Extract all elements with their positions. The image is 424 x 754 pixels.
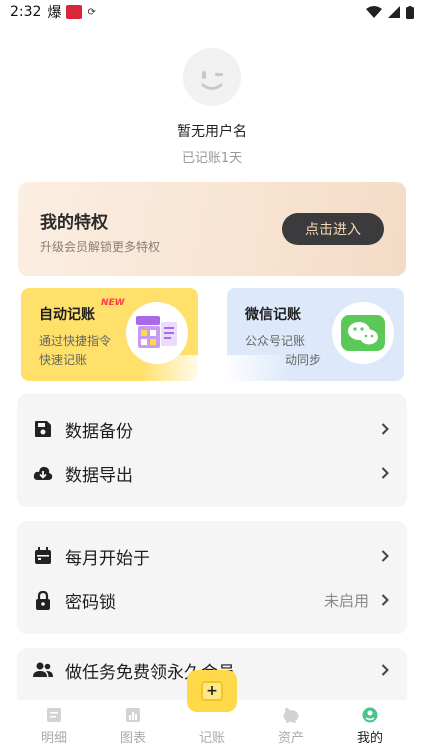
tab-mine-label: 我的 — [356, 731, 383, 746]
vip-enter-button[interactable]: 点击进入 — [282, 213, 384, 245]
month-start-row[interactable]: 每月开始于 — [17, 534, 407, 578]
tab-mine[interactable]: 我的 — [335, 700, 405, 754]
new-badge: NEW — [101, 298, 125, 308]
data-backup-row[interactable]: 数据备份 — [17, 407, 407, 451]
profile-section: 暂无用户名 已记账1天 — [0, 48, 424, 166]
calendar-icon — [33, 546, 53, 566]
add-record-button[interactable]: + — [187, 670, 237, 712]
auto-card-line2: 快速记账 — [39, 353, 88, 367]
piggy-bank-icon — [281, 706, 301, 724]
app-notification-icon — [66, 5, 83, 19]
wechat-card-title: 微信记账 — [245, 307, 301, 323]
tab-add-label: 记账 — [198, 731, 225, 746]
tab-charts-label: 图表 — [119, 731, 146, 746]
chart-icon — [123, 706, 143, 724]
password-lock-label: 密码锁 — [65, 592, 116, 613]
vip-privilege-card[interactable]: 我的特权 升级会员解锁更多特权 点击进入 — [18, 182, 406, 276]
chevron-right-icon — [379, 549, 391, 563]
chevron-right-icon — [379, 466, 391, 480]
sync-icon: ⟳ — [87, 6, 96, 18]
chevron-right-icon — [379, 663, 391, 677]
add-icon: + — [201, 681, 223, 701]
status-notifications: 爆 ⟳ — [47, 2, 96, 22]
save-icon — [33, 419, 53, 439]
auto-card-title: 自动记账 — [39, 307, 95, 323]
data-backup-label: 数据备份 — [65, 421, 133, 442]
wink-face-icon — [201, 71, 223, 90]
signal-icon — [388, 6, 400, 18]
status-time: 2:32 — [10, 4, 42, 20]
users-icon — [33, 660, 53, 680]
list-icon — [44, 706, 64, 724]
data-settings-group: 数据备份 数据导出 — [17, 394, 407, 507]
tab-charts[interactable]: 图表 — [98, 700, 168, 754]
tab-assets-label: 资产 — [277, 731, 304, 746]
chevron-right-icon — [379, 593, 391, 607]
username[interactable]: 暂无用户名 — [0, 121, 424, 141]
wechat-card-line1: 公众号记账 — [245, 334, 306, 348]
month-start-label: 每月开始于 — [65, 548, 150, 569]
data-export-row[interactable]: 数据导出 — [17, 451, 407, 495]
app-notification-glyph: 爆 — [47, 5, 62, 21]
battery-icon — [406, 5, 414, 19]
password-lock-status: 未启用 — [323, 591, 369, 610]
wifi-icon — [366, 6, 382, 18]
wechat-card-line2: 动同步 — [285, 353, 322, 367]
wechat-icon — [341, 315, 385, 351]
cards-fade-overlay — [140, 355, 290, 383]
profile-icon — [360, 706, 380, 724]
lock-icon — [33, 590, 53, 610]
data-export-label: 数据导出 — [65, 465, 133, 486]
status-right — [366, 5, 414, 19]
vip-title: 我的特权 — [40, 213, 108, 233]
wechat-card-illustration — [332, 302, 394, 364]
tab-details[interactable]: 明细 — [19, 700, 89, 754]
vip-subtitle: 升级会员解锁更多特权 — [40, 240, 161, 254]
tab-details-label: 明细 — [40, 731, 67, 746]
tab-assets[interactable]: 资产 — [256, 700, 326, 754]
avatar[interactable] — [183, 48, 241, 106]
general-settings-group: 每月开始于 密码锁 未启用 — [17, 521, 407, 634]
password-lock-row[interactable]: 密码锁 未启用 — [17, 578, 407, 622]
cloud-download-icon — [33, 463, 53, 483]
chevron-right-icon — [379, 422, 391, 436]
status-bar: 2:32 爆 ⟳ — [0, 0, 424, 24]
auto-card-line1: 通过快捷指令 — [39, 334, 112, 348]
days-recorded: 已记账1天 — [181, 151, 243, 166]
